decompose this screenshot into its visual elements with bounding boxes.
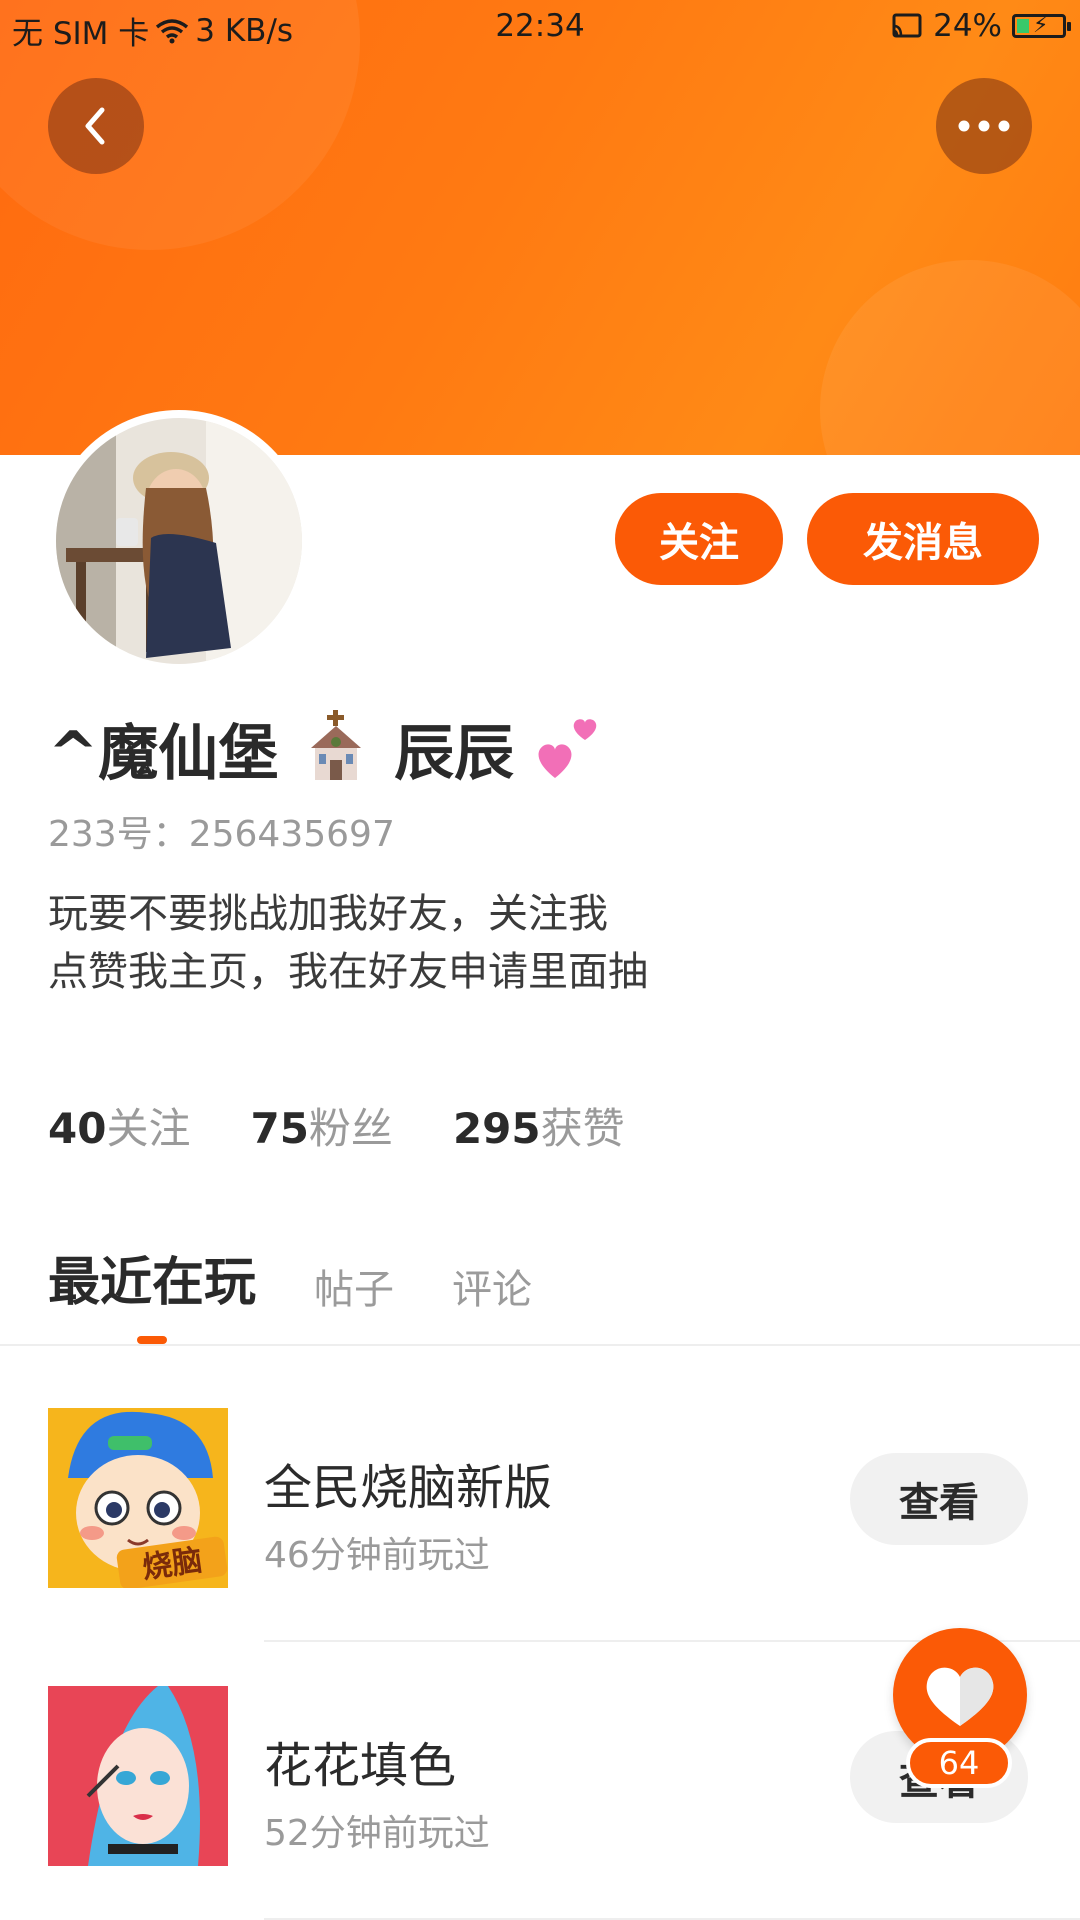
more-button[interactable] xyxy=(936,78,1032,174)
profile-tabs: 最近在玩 帖子 评论 xyxy=(48,1240,532,1315)
game-icon xyxy=(48,1686,228,1866)
bio-line: 玩要不要挑战加我好友，关注我 xyxy=(48,891,608,937)
avatar-image xyxy=(56,418,302,664)
church-emoji-icon xyxy=(278,710,394,789)
send-message-button[interactable]: 发消息 xyxy=(807,493,1039,585)
battery-icon: ⚡ xyxy=(1012,13,1071,38)
tab-recently-played[interactable]: 最近在玩 xyxy=(48,1240,256,1315)
tabs-divider xyxy=(0,1344,1080,1346)
cast-icon xyxy=(892,13,922,38)
stat-label: 粉丝 xyxy=(308,1104,393,1153)
stat-number: 75 xyxy=(250,1104,309,1153)
status-bar: 无 SIM 卡 3 KB/s 22:34 24% ⚡ xyxy=(0,0,1080,56)
more-dots-icon xyxy=(958,120,1010,132)
banner-decoration xyxy=(820,260,1080,455)
hearts-emoji-icon xyxy=(514,719,609,789)
follow-button[interactable]: 关注 xyxy=(615,493,783,585)
profile-name-prefix: ^魔仙堡 xyxy=(48,719,279,789)
user-id: 233号：256435697 xyxy=(48,814,395,855)
game-icon: 烧脑 xyxy=(48,1408,228,1588)
tab-posts[interactable]: 帖子 xyxy=(314,1257,394,1315)
battery-percent: 24% xyxy=(933,8,1002,44)
status-right: 24% ⚡ xyxy=(891,8,1071,44)
profile-screen: 无 SIM 卡 3 KB/s 22:34 24% ⚡ 关注 发消息 ^魔仙堡 辰… xyxy=(0,0,1080,1920)
tab-comments[interactable]: 评论 xyxy=(452,1257,532,1315)
profile-name-suffix: 辰辰 xyxy=(394,719,515,789)
profile-bio: 玩要不要挑战加我好友，关注我 点赞我主页，我在好友申请里面抽 xyxy=(48,885,648,1001)
bio-line: 点赞我主页，我在好友申请里面抽 xyxy=(48,949,648,995)
stat-label: 关注 xyxy=(106,1104,191,1153)
game-last-played: 52分钟前玩过 xyxy=(264,1813,490,1854)
stat-fans[interactable]: 75粉丝 xyxy=(250,1095,392,1156)
stat-number: 40 xyxy=(48,1104,107,1153)
stat-likes[interactable]: 295获赞 xyxy=(453,1095,625,1156)
like-count-badge: 64 xyxy=(906,1738,1012,1788)
back-button[interactable] xyxy=(48,78,144,174)
stat-label: 获赞 xyxy=(540,1104,625,1153)
avatar[interactable] xyxy=(48,410,310,672)
profile-name: ^魔仙堡 辰辰 xyxy=(48,705,609,792)
profile-banner xyxy=(0,0,1080,455)
stat-following[interactable]: 40关注 xyxy=(48,1095,190,1156)
game-title: 全民烧脑新版 xyxy=(264,1460,553,1516)
game-title: 花花填色 xyxy=(264,1738,457,1794)
profile-stats: 40关注 75粉丝 295获赞 xyxy=(48,1095,625,1156)
stat-number: 295 xyxy=(452,1104,541,1153)
game-last-played: 46分钟前玩过 xyxy=(264,1535,490,1576)
chevron-left-icon xyxy=(85,107,105,145)
view-button[interactable]: 查看 xyxy=(850,1453,1028,1545)
active-tab-indicator xyxy=(137,1336,167,1344)
